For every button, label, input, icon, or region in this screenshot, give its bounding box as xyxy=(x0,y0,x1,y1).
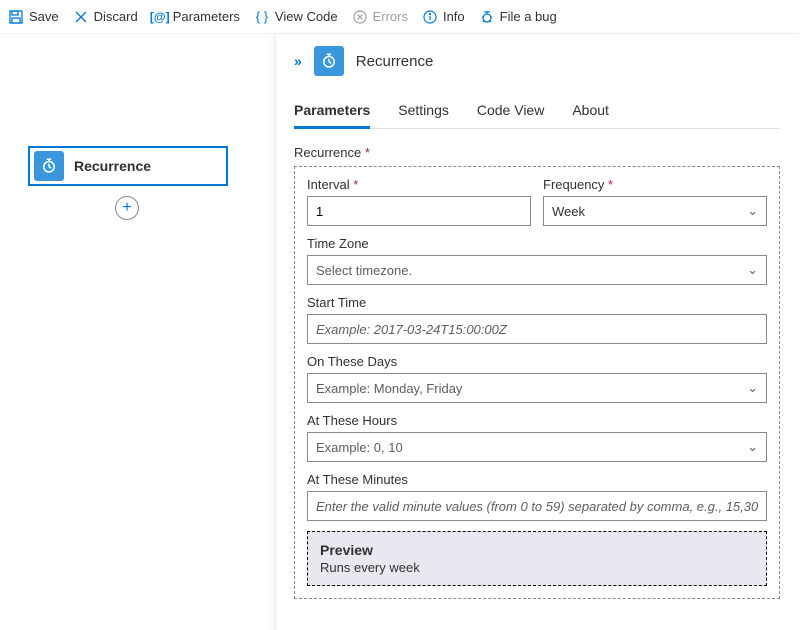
recurrence-form: Interval Frequency Week ⌄ Time Zone Sele… xyxy=(294,166,780,599)
toolbar: Save Discard [@] Parameters { } View Cod… xyxy=(0,0,800,34)
days-value: Example: Monday, Friday xyxy=(316,381,462,396)
tab-code-view[interactable]: Code View xyxy=(477,94,544,128)
chevron-down-icon: ⌄ xyxy=(747,203,758,219)
collapse-button[interactable]: » xyxy=(294,53,302,69)
panel-header: » Recurrence xyxy=(294,46,780,76)
days-label: On These Days xyxy=(307,354,767,369)
timezone-value: Select timezone. xyxy=(316,263,412,278)
errors-button: Errors xyxy=(352,9,408,25)
parameters-icon: [@] xyxy=(152,9,168,25)
start-time-input[interactable] xyxy=(307,314,767,344)
frequency-value: Week xyxy=(552,204,585,219)
bug-button[interactable]: File a bug xyxy=(479,9,557,25)
days-select[interactable]: Example: Monday, Friday ⌄ xyxy=(307,373,767,403)
info-icon xyxy=(422,9,438,25)
chevron-down-icon: ⌄ xyxy=(747,262,758,278)
start-time-label: Start Time xyxy=(307,295,767,310)
discard-button[interactable]: Discard xyxy=(73,9,138,25)
save-icon xyxy=(8,9,24,25)
panel-title: Recurrence xyxy=(356,53,434,70)
parameters-label: Parameters xyxy=(173,9,240,24)
tabs: Parameters Settings Code View About xyxy=(294,94,780,129)
view-code-button[interactable]: { } View Code xyxy=(254,9,338,25)
save-label: Save xyxy=(29,9,59,24)
interval-label: Interval xyxy=(307,177,531,192)
chevron-right-icon: » xyxy=(294,53,302,69)
tab-about[interactable]: About xyxy=(572,94,609,128)
timezone-label: Time Zone xyxy=(307,236,767,251)
minutes-label: At These Minutes xyxy=(307,472,767,487)
save-button[interactable]: Save xyxy=(8,9,59,25)
timezone-select[interactable]: Select timezone. ⌄ xyxy=(307,255,767,285)
clock-icon xyxy=(34,151,64,181)
tab-settings[interactable]: Settings xyxy=(398,94,449,128)
preview-title: Preview xyxy=(320,542,754,558)
hours-select[interactable]: Example: 0, 10 ⌄ xyxy=(307,432,767,462)
details-panel: » Recurrence Parameters Settings Code Vi… xyxy=(275,34,800,630)
preview-text: Runs every week xyxy=(320,560,754,575)
frequency-select[interactable]: Week ⌄ xyxy=(543,196,767,226)
errors-label: Errors xyxy=(373,9,408,24)
hours-label: At These Hours xyxy=(307,413,767,428)
info-button[interactable]: Info xyxy=(422,9,465,25)
tab-parameters[interactable]: Parameters xyxy=(294,94,370,129)
preview-box: Preview Runs every week xyxy=(307,531,767,586)
bug-icon xyxy=(479,9,495,25)
section-label: Recurrence xyxy=(294,145,780,160)
hours-value: Example: 0, 10 xyxy=(316,440,403,455)
errors-icon xyxy=(352,9,368,25)
node-label: Recurrence xyxy=(74,158,151,174)
discard-label: Discard xyxy=(94,9,138,24)
bug-label: File a bug xyxy=(500,9,557,24)
chevron-down-icon: ⌄ xyxy=(747,439,758,455)
interval-input[interactable] xyxy=(307,196,531,226)
chevron-down-icon: ⌄ xyxy=(747,380,758,396)
main-area: Recurrence + » Recurrence Parameters Set… xyxy=(0,34,800,630)
view-code-label: View Code xyxy=(275,9,338,24)
code-icon: { } xyxy=(254,9,270,25)
info-label: Info xyxy=(443,9,465,24)
add-step-button[interactable]: + xyxy=(115,196,139,220)
minutes-input[interactable] xyxy=(307,491,767,521)
designer-canvas[interactable]: Recurrence + xyxy=(0,34,275,630)
recurrence-node[interactable]: Recurrence xyxy=(28,146,228,186)
plus-icon: + xyxy=(122,199,131,217)
parameters-button[interactable]: [@] Parameters xyxy=(152,9,240,25)
frequency-label: Frequency xyxy=(543,177,767,192)
clock-icon xyxy=(314,46,344,76)
discard-icon xyxy=(73,9,89,25)
